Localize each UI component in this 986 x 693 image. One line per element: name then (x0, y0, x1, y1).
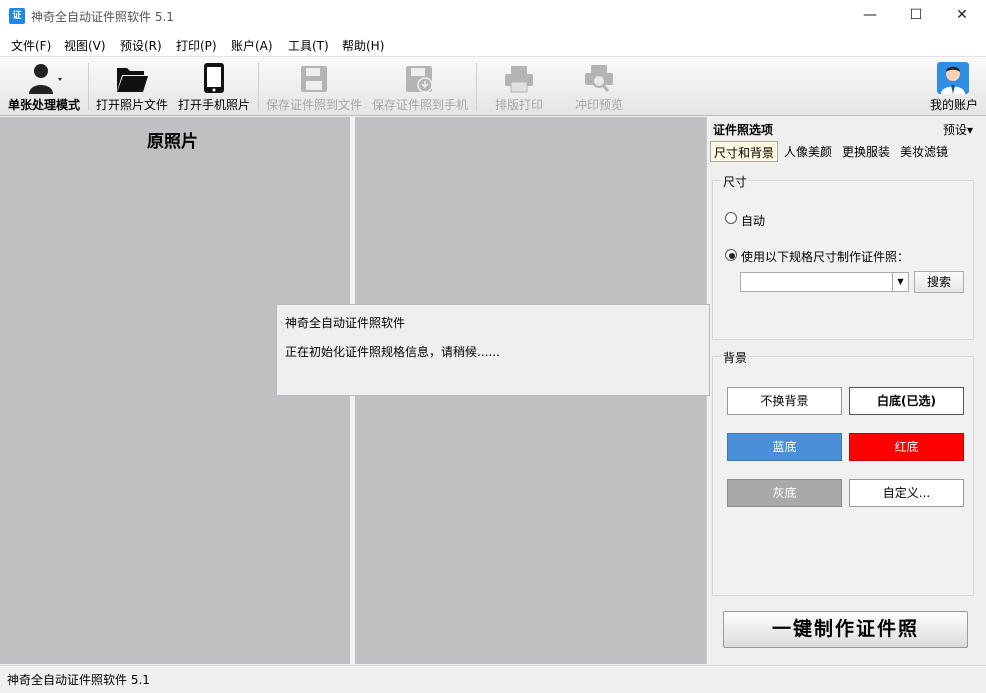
status-text: 神奇全自动证件照软件 5.1 (7, 673, 150, 687)
phone-icon[interactable] (203, 62, 225, 94)
background-group-label: 背景 (721, 349, 750, 366)
auto-size-radio[interactable] (725, 212, 737, 224)
toolbar-separator (258, 63, 259, 111)
window-title: 神奇全自动证件照软件 5.1 (31, 10, 174, 24)
layout-print-button[interactable]: 排版打印 (495, 96, 543, 113)
open-photo-button[interactable]: 打开照片文件 (96, 96, 168, 113)
size-group-label: 尺寸 (721, 173, 750, 190)
original-photo-title: 原照片 (147, 132, 198, 152)
search-button[interactable]: 搜索 (914, 271, 964, 293)
options-panel-title: 证件照选项 (713, 123, 774, 137)
tab-portrait-beauty[interactable]: 人像美颜 (781, 141, 835, 162)
toolbar-separator (88, 63, 89, 111)
red-background-button[interactable]: 红底 (849, 433, 964, 461)
white-background-button[interactable]: 白底(已选) (849, 387, 964, 415)
menu-preset[interactable]: 预设(R) (120, 37, 162, 54)
open-phone-button[interactable]: 打开手机照片 (178, 96, 250, 113)
size-spec-select[interactable] (740, 272, 909, 292)
blue-background-button[interactable]: 蓝底 (727, 433, 842, 461)
menu-bar: 文件(F) 视图(V) 预设(R) 打印(P) 账户(A) 工具(T) 帮助(H… (0, 32, 986, 57)
custom-size-radio[interactable] (725, 249, 737, 261)
print-preview-button[interactable]: 冲印预览 (575, 96, 623, 113)
my-account-button[interactable]: 我的账户 (930, 96, 978, 113)
save-disk-icon[interactable] (300, 65, 328, 93)
menu-help[interactable]: 帮助(H) (342, 37, 384, 54)
preset-dropdown[interactable]: 预设▾ (943, 121, 973, 138)
dialog-message: 正在初始化证件照规格信息，请稍候...... (285, 345, 500, 359)
auto-size-label[interactable]: 自动 (741, 212, 765, 229)
make-id-photo-button[interactable]: 一键制作证件照 (723, 611, 968, 648)
app-icon: 证 (9, 8, 25, 24)
gray-background-button[interactable]: 灰底 (727, 479, 842, 507)
tab-change-clothes[interactable]: 更换服装 (839, 141, 893, 162)
tab-makeup-filter[interactable]: 美妆滤镜 (897, 141, 951, 162)
save-phone-icon[interactable] (405, 65, 435, 93)
menu-file[interactable]: 文件(F) (11, 37, 51, 54)
save-to-file-button[interactable]: 保存证件照到文件 (266, 96, 362, 113)
print-preview-icon[interactable] (584, 63, 614, 93)
toolbar-separator (476, 63, 477, 111)
folder-open-icon[interactable] (116, 65, 148, 93)
toolbar: 单张处理模式 打开照片文件 打开手机照片 保存证件照到文件 保存证件照到手机 排… (0, 57, 986, 116)
custom-size-label[interactable]: 使用以下规格尺寸制作证件照： (741, 248, 909, 265)
printer-icon[interactable] (504, 65, 534, 93)
close-button[interactable]: ✕ (939, 0, 985, 32)
minimize-button[interactable]: — (847, 0, 893, 32)
menu-view[interactable]: 视图(V) (64, 37, 106, 54)
custom-background-button[interactable]: 自定义... (849, 479, 964, 507)
dialog-title: 神奇全自动证件照软件 (285, 316, 406, 330)
tab-size-background[interactable]: 尺寸和背景 (710, 141, 779, 162)
single-mode-button[interactable]: 单张处理模式 (8, 96, 80, 113)
menu-print[interactable]: 打印(P) (176, 37, 217, 54)
chevron-down-icon[interactable]: ▼ (892, 273, 908, 291)
user-avatar-icon[interactable] (937, 62, 969, 94)
user-mode-icon[interactable] (28, 62, 62, 94)
maximize-button[interactable]: ☐ (893, 0, 939, 32)
save-to-phone-button[interactable]: 保存证件照到手机 (372, 96, 468, 113)
menu-tools[interactable]: 工具(T) (288, 37, 329, 54)
menu-account[interactable]: 账户(A) (231, 37, 273, 54)
no-background-button[interactable]: 不换背景 (727, 387, 842, 415)
